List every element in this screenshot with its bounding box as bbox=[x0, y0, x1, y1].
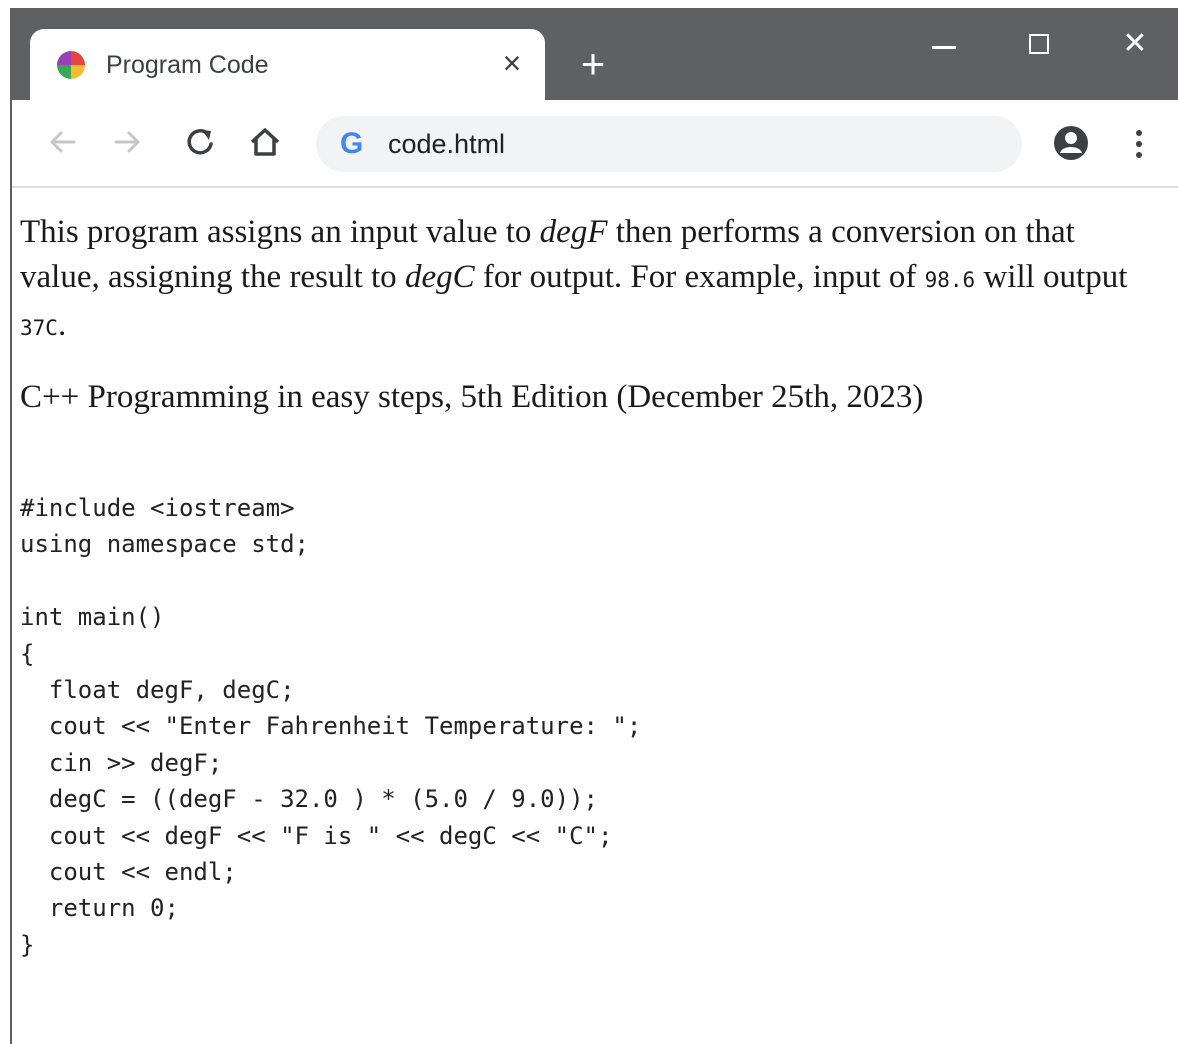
back-arrow-icon[interactable] bbox=[40, 120, 84, 164]
code-line: using namespace std; bbox=[20, 530, 309, 559]
forward-arrow-icon[interactable] bbox=[106, 120, 150, 164]
example-input: 98.6 bbox=[924, 268, 976, 292]
page-content: This program assigns an input value to d… bbox=[20, 210, 1150, 963]
intro-text: This program assigns an input value to bbox=[20, 214, 540, 250]
google-g-icon: G bbox=[340, 127, 364, 160]
reload-icon[interactable] bbox=[178, 120, 222, 164]
tab-program-code[interactable]: Program Code × bbox=[30, 29, 545, 101]
code-line: } bbox=[20, 930, 35, 959]
url-text: code.html bbox=[388, 129, 506, 159]
intro-text: for output. For example, input of bbox=[474, 259, 925, 295]
code-line: return 0; bbox=[20, 894, 179, 923]
var-degf: degF bbox=[539, 214, 608, 250]
code-line: int main() bbox=[20, 603, 165, 632]
tab-title: Program Code bbox=[106, 51, 269, 79]
intro-text: . bbox=[57, 307, 67, 343]
code-line: degC = ((degF - 32.0 ) * (5.0 / 9.0)); bbox=[20, 785, 598, 814]
minimize-icon[interactable] bbox=[920, 24, 970, 64]
close-window-icon[interactable]: ✕ bbox=[1110, 24, 1160, 64]
code-line: cout << degF << "F is " << degC << "C"; bbox=[20, 821, 613, 850]
tab-strip: Program Code × + ✕ bbox=[12, 8, 1178, 101]
code-line: #include <iostream> bbox=[20, 494, 295, 522]
code-line: cout << endl; bbox=[20, 858, 237, 887]
code-line: cin >> degF; bbox=[20, 748, 223, 777]
code-block: #include <iostream> using namespace std; … bbox=[20, 490, 1150, 963]
maximize-icon[interactable] bbox=[1016, 24, 1066, 64]
book-credit: C++ Programming in easy steps, 5th Editi… bbox=[20, 379, 924, 415]
menu-dots-icon[interactable] bbox=[1124, 124, 1154, 164]
code-line: { bbox=[20, 639, 35, 668]
intro-text: will output bbox=[975, 259, 1128, 295]
home-icon[interactable] bbox=[243, 120, 287, 164]
tab-close-icon[interactable]: × bbox=[495, 46, 529, 80]
example-output: 37C bbox=[20, 316, 58, 340]
code-line: float degF, degC; bbox=[20, 676, 295, 705]
profile-avatar-icon[interactable] bbox=[1052, 124, 1090, 162]
code-line: cout << "Enter Fahrenheit Temperature: "… bbox=[20, 712, 642, 741]
var-degc: degC bbox=[404, 259, 475, 295]
new-tab-plus-icon[interactable]: + bbox=[573, 43, 613, 85]
address-bar[interactable]: G code.html bbox=[316, 116, 1022, 172]
favicon-icon bbox=[57, 51, 85, 79]
browser-toolbar: G code.html bbox=[12, 100, 1178, 188]
intro-paragraph: This program assigns an input value to d… bbox=[20, 210, 1140, 351]
